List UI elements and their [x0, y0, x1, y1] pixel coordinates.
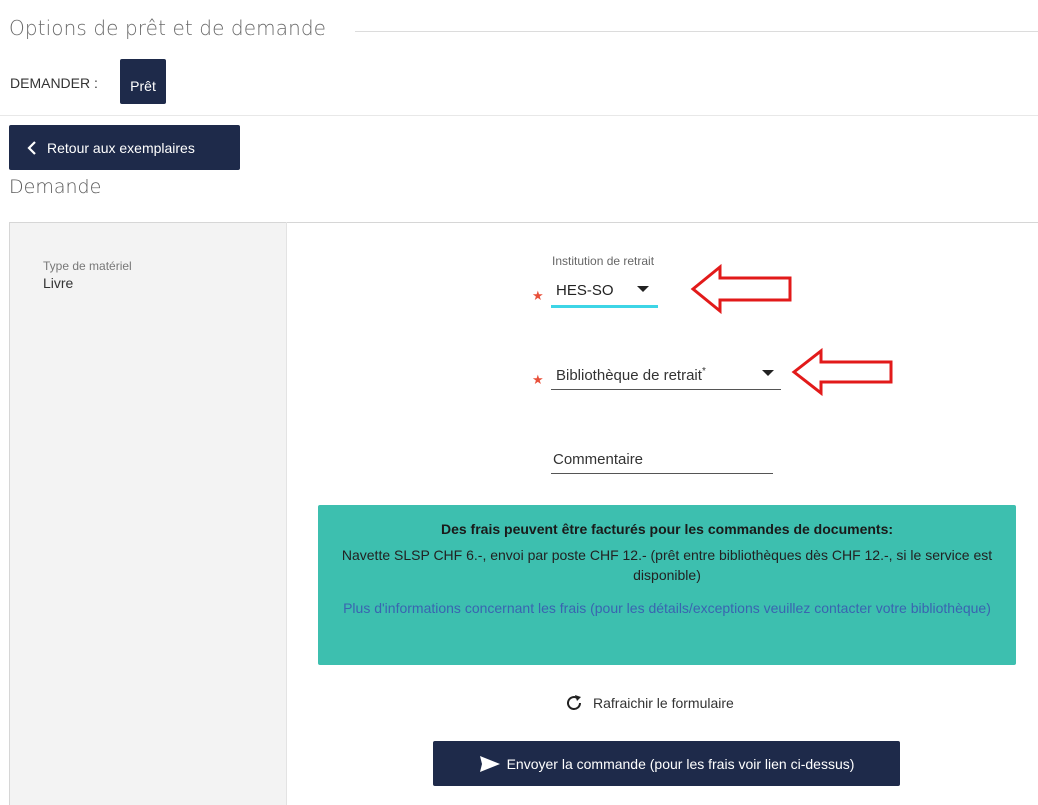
details-sidebar [9, 222, 287, 805]
send-order-label: Envoyer la commande (pour les frais voir… [506, 755, 855, 772]
material-type-label: Type de matériel [43, 259, 132, 273]
panel-border [9, 222, 1038, 223]
institution-select[interactable]: HES-SO [556, 282, 614, 299]
panel-separator [286, 222, 287, 805]
refresh-icon [567, 695, 581, 710]
fees-info-link[interactable]: Plus d'informations concernant les frais… [330, 598, 1004, 618]
red-arrow-icon [791, 347, 893, 397]
request-label: DEMANDER : [10, 75, 98, 91]
library-underline [551, 389, 781, 390]
section-title-divider [355, 31, 1038, 32]
panel-border [9, 222, 10, 805]
header-divider [0, 115, 1038, 116]
send-order-button[interactable]: Envoyer la commande (pour les frais voir… [433, 741, 900, 786]
required-asterisk: * [701, 366, 706, 377]
library-select-placeholder: Bibliothèque de retrait [556, 367, 702, 384]
comment-underline [551, 473, 773, 474]
library-select[interactable]: Bibliothèque de retrait* [556, 366, 706, 384]
refresh-form-button[interactable]: Rafraichir le formulaire [565, 694, 734, 712]
required-star-icon: ★ [532, 288, 544, 303]
red-arrow-icon [690, 263, 792, 315]
request-title: Demande [9, 176, 102, 198]
fees-info-box: Des frais peuvent être facturés pour les… [318, 505, 1016, 665]
loan-button[interactable]: Prêt [120, 59, 166, 104]
institution-field-label: Institution de retrait [552, 254, 655, 268]
caret-down-icon[interactable] [636, 284, 650, 294]
refresh-form-label: Rafraichir le formulaire [593, 695, 734, 711]
send-icon [479, 755, 500, 772]
required-star-icon: ★ [532, 372, 544, 387]
back-to-items-button[interactable]: Retour aux exemplaires [9, 125, 240, 170]
chevron-left-icon [27, 140, 36, 155]
comment-input[interactable]: Commentaire [553, 451, 643, 468]
caret-down-icon[interactable] [761, 368, 775, 378]
fees-info-text: Navette SLSP CHF 6.-, envoi par poste CH… [341, 547, 993, 583]
section-title: Options de prêt et de demande [9, 16, 327, 40]
institution-focus-underline [551, 305, 658, 308]
fees-info-title: Des frais peuvent être facturés pour les… [440, 521, 894, 537]
material-type-value: Livre [43, 275, 74, 291]
back-button-label: Retour aux exemplaires [47, 139, 195, 156]
